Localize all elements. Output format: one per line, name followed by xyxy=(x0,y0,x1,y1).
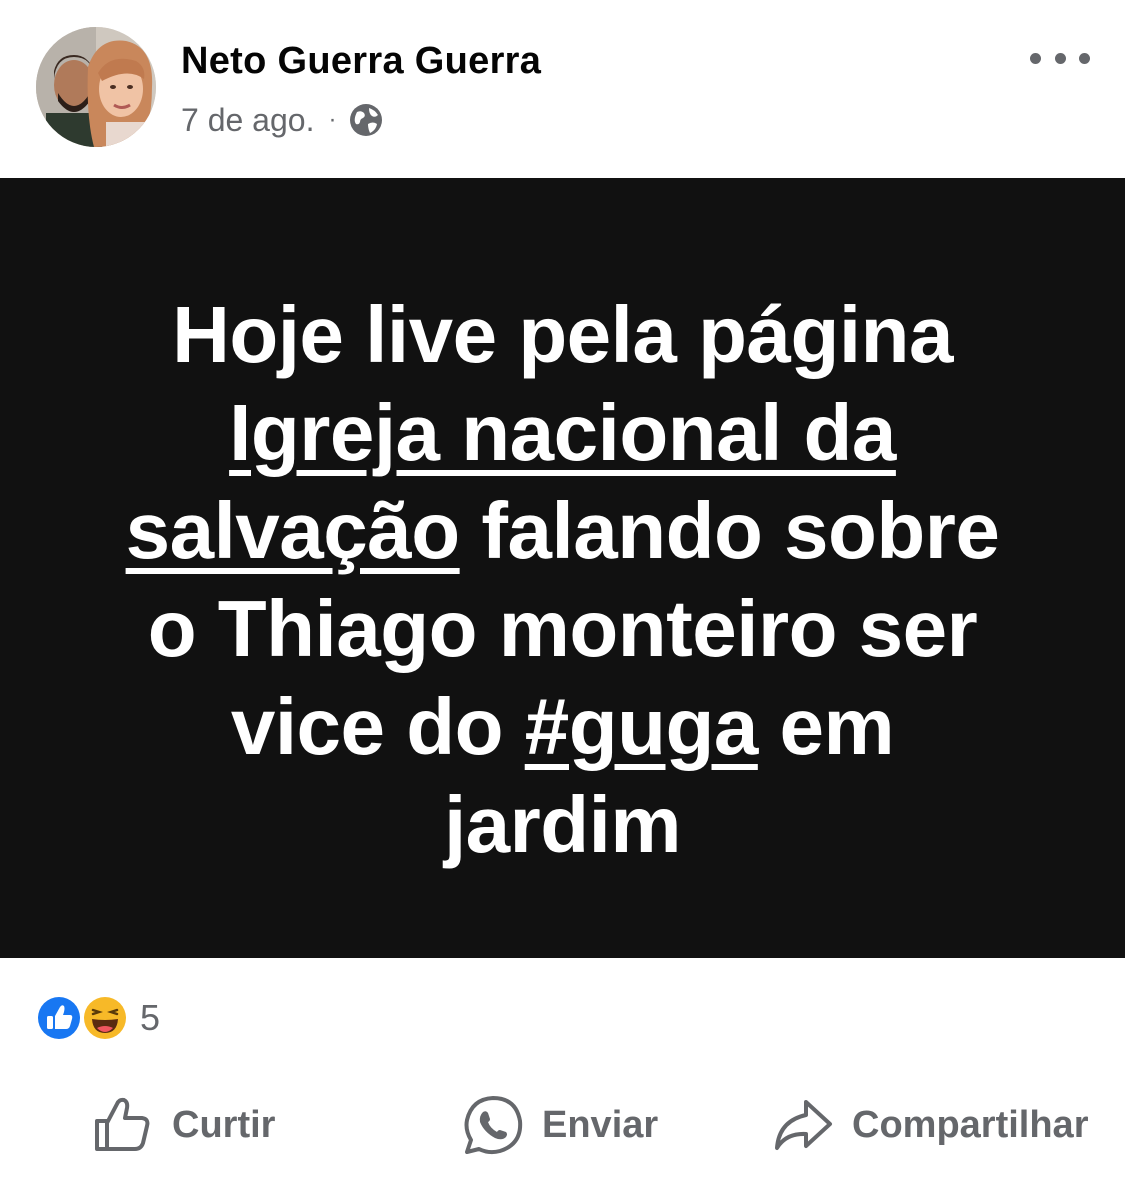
text-line: salvação falando sobre xyxy=(125,486,1000,575)
share-button[interactable]: Compartilhar xyxy=(772,1080,1088,1170)
more-options-button[interactable] xyxy=(1030,40,1090,76)
underlined-text: Igreja nacional da xyxy=(229,388,896,477)
post-header: Neto Guerra Guerra 7 de ago. · xyxy=(0,0,1125,178)
send-button[interactable]: Enviar xyxy=(462,1080,658,1170)
text-line: Hoje live pela página xyxy=(172,290,953,379)
thumbs-up-icon xyxy=(95,1097,150,1151)
share-label: Compartilhar xyxy=(852,1103,1089,1146)
haha-reaction-icon xyxy=(80,993,130,1043)
text-line: vice do #guga em xyxy=(230,682,895,771)
reactions-summary[interactable]: 5 xyxy=(34,992,160,1044)
like-reaction-icon xyxy=(34,993,84,1043)
author-avatar[interactable] xyxy=(36,27,156,147)
like-label: Curtir xyxy=(172,1103,276,1146)
globe-icon[interactable] xyxy=(348,102,384,138)
like-button[interactable]: Curtir xyxy=(92,1080,275,1170)
post-image-text: Hoje live pela página Igreja nacional da… xyxy=(0,286,1125,874)
author-name[interactable]: Neto Guerra Guerra xyxy=(181,40,541,83)
more-horizontal-icon xyxy=(1030,52,1041,64)
text-line: o Thiago monteiro ser xyxy=(147,584,978,673)
post-meta: 7 de ago. · xyxy=(181,98,384,142)
meta-separator: · xyxy=(328,106,337,133)
send-label: Enviar xyxy=(542,1103,659,1146)
reaction-count: 5 xyxy=(140,997,161,1038)
whatsapp-icon xyxy=(464,1096,523,1155)
hashtag-text: #guga xyxy=(524,682,759,771)
text-line: jardim xyxy=(443,780,682,869)
post-actions: Curtir Enviar Compartilhar xyxy=(0,1080,1125,1170)
underlined-text: salvação xyxy=(125,486,461,575)
post-date[interactable]: 7 de ago. xyxy=(181,102,314,139)
text-line: Igreja nacional da xyxy=(0,384,1125,482)
post-image[interactable]: Hoje live pela página Igreja nacional da… xyxy=(0,178,1125,958)
share-arrow-icon xyxy=(775,1100,832,1150)
